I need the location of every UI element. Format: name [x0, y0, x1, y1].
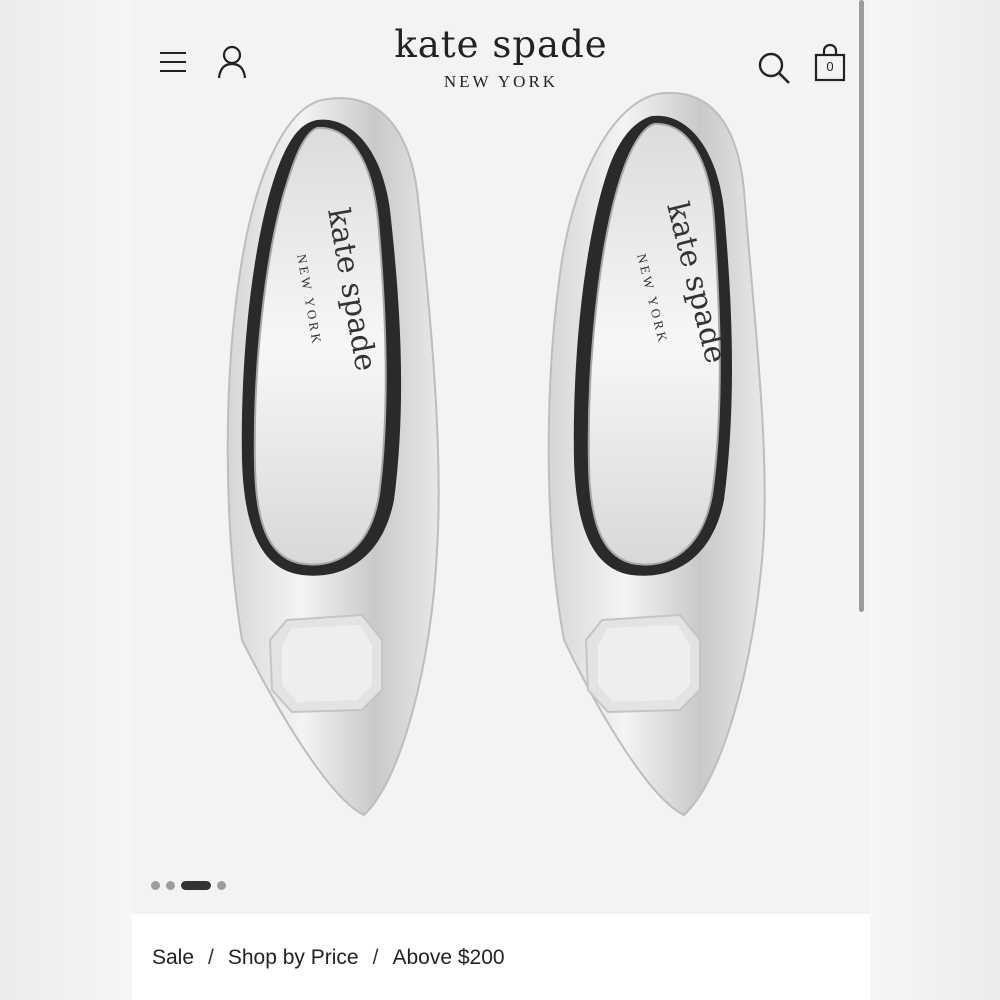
scrollbar[interactable] — [859, 0, 864, 612]
gallery-dot[interactable] — [166, 880, 175, 890]
left-shoe: kate spade NEW YORK — [226, 97, 440, 817]
search-icon[interactable] — [756, 50, 792, 86]
bag-count: 0 — [826, 59, 834, 74]
gallery-pagination[interactable] — [151, 879, 226, 891]
breadcrumb-item-shop-by-price[interactable]: Shop by Price — [228, 946, 359, 970]
breadcrumb: Sale / Shop by Price / Above $200 — [152, 946, 505, 970]
product-image[interactable]: kate spade NEW YORK kate spade NEW YORK — [132, 80, 870, 870]
site-header: kate spade NEW YORK 0 — [132, 0, 870, 110]
breadcrumb-item-sale[interactable]: Sale — [152, 946, 194, 970]
background-left — [0, 0, 132, 1000]
breadcrumb-separator: / — [372, 946, 379, 969]
breadcrumb-item-above-200[interactable]: Above $200 — [392, 946, 504, 970]
right-shoe: kate spade NEW YORK — [547, 91, 766, 817]
background-right — [870, 0, 1000, 1000]
gallery-dot[interactable] — [151, 880, 160, 890]
breadcrumb-separator: / — [208, 946, 214, 969]
shopping-bag-icon[interactable]: 0 — [813, 43, 847, 83]
mobile-page: kate spade NEW YORK kate spade NEW YORK … — [132, 0, 870, 1000]
gallery-dot[interactable] — [217, 880, 226, 890]
breadcrumb-bar: Sale / Shop by Price / Above $200 — [132, 914, 870, 1000]
gallery-dot-active[interactable] — [181, 880, 211, 890]
